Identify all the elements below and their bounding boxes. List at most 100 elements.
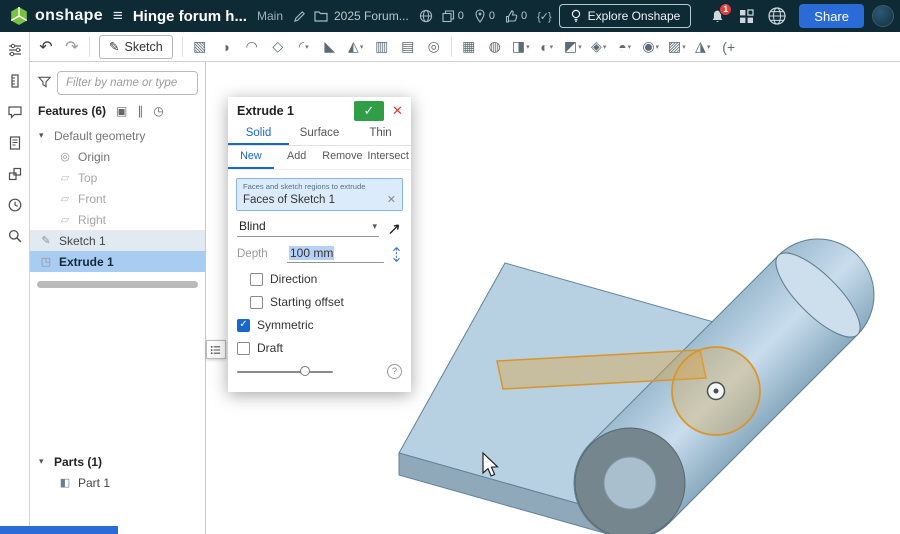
circular-pattern-icon[interactable]: ◍ [483, 35, 507, 59]
chevron-down-icon[interactable]: ▾ [603, 43, 607, 51]
boolean-icon[interactable]: ◐ ▾ [535, 35, 559, 59]
configurations-icon[interactable] [5, 41, 25, 59]
measure-icon[interactable]: ◮ ▾ [691, 35, 715, 59]
filter-funnel-icon[interactable] [37, 75, 52, 92]
chevron-down-icon[interactable]: ▾ [707, 43, 711, 51]
chevron-down-icon[interactable]: ▾ [305, 43, 309, 51]
help-globe-icon[interactable] [768, 7, 786, 25]
parts-header[interactable]: ▾ Parts (1) [30, 451, 205, 472]
custom-tables-icon[interactable] [5, 165, 25, 183]
depth-input[interactable]: 100 mm [287, 245, 384, 263]
chamfer-icon[interactable]: ◣ [318, 35, 342, 59]
loft-icon[interactable]: ◇ [266, 35, 290, 59]
rollback-history-icon[interactable]: ◷ [153, 104, 163, 118]
chevron-down-icon[interactable]: ▾ [656, 43, 660, 51]
draft-slider[interactable] [237, 366, 333, 376]
revolve-icon[interactable]: ◑ [214, 35, 238, 59]
end-condition-dropdown[interactable]: Blind ▾ [237, 219, 379, 237]
suspend-rebuild-icon[interactable]: ∥ [137, 104, 143, 118]
featurescript-icon[interactable]: {✓} [537, 10, 552, 23]
folder-label[interactable]: 2025 Forum... [334, 9, 409, 23]
checkbox-icon[interactable] [237, 318, 250, 332]
surface-icon[interactable]: ◉ ▾ [639, 35, 663, 59]
sketch-button[interactable]: ✎ Sketch [99, 34, 173, 59]
caret-down-icon[interactable]: ▾ [39, 130, 48, 141]
measure-direction-icon[interactable] [391, 246, 402, 263]
shell-icon[interactable]: ▤ [396, 35, 420, 59]
likes-count[interactable]: 0 [505, 9, 527, 23]
share-button[interactable]: Share [799, 4, 864, 28]
sweep-icon[interactable]: ◠ [240, 35, 264, 59]
insert-feature-icon[interactable]: ▣ [116, 104, 127, 118]
undo-button[interactable]: ↶ [34, 35, 58, 59]
chevron-down-icon[interactable]: ▾ [682, 43, 686, 51]
public-globe-icon[interactable] [419, 9, 433, 23]
workspace-label[interactable]: Main [257, 9, 283, 23]
copies-count[interactable]: 0 [442, 9, 464, 23]
hamburger-menu-icon[interactable]: ≡ [113, 6, 123, 26]
linear-pattern-icon[interactable]: ▦ [457, 35, 481, 59]
tab-surface[interactable]: Surface [289, 124, 350, 145]
starting-offset-option-row[interactable]: Starting offset [250, 295, 402, 309]
tree-item-top-plane[interactable]: ▱ Top [30, 167, 205, 188]
checkbox-icon[interactable] [250, 295, 263, 309]
symmetric-option-row[interactable]: Symmetric [237, 318, 402, 332]
fillet-icon[interactable]: ◜ ▾ [292, 35, 316, 59]
flip-direction-icon[interactable] [387, 221, 402, 236]
tree-group-default-geometry[interactable]: ▾ Default geometry [30, 125, 205, 146]
transform-icon[interactable]: ◈ ▾ [587, 35, 611, 59]
document-title[interactable]: Hinge forum h... [133, 8, 247, 25]
tab-solid[interactable]: Solid [228, 124, 289, 145]
history-icon[interactable] [5, 196, 25, 214]
draft-icon[interactable]: ◭ ▾ [344, 35, 368, 59]
hole-icon[interactable]: ◎ [422, 35, 446, 59]
direction-option-row[interactable]: Direction [250, 272, 402, 286]
faces-selection-field[interactable]: Faces and sketch regions to extrude Face… [236, 178, 403, 211]
app-grid-icon[interactable] [739, 8, 754, 24]
op-tab-add[interactable]: Add [274, 146, 320, 169]
tree-item-part-1[interactable]: ◧ Part 1 [30, 472, 205, 493]
extrude-icon[interactable]: ▧ [188, 35, 212, 59]
clear-selection-icon[interactable]: ✕ [387, 193, 396, 206]
tree-item-front-plane[interactable]: ▱ Front [30, 188, 205, 209]
document-notes-icon[interactable] [5, 134, 25, 152]
help-icon[interactable]: ? [387, 364, 402, 379]
variables-icon[interactable] [5, 72, 25, 90]
chevron-down-icon[interactable]: ▾ [526, 43, 530, 51]
barrel-hole[interactable] [603, 456, 657, 510]
chevron-down-icon[interactable]: ▾ [578, 43, 582, 51]
notifications-bell-icon[interactable]: 1 [710, 2, 733, 24]
dialog-title-bar[interactable]: Extrude 1 ✓ ✕ [228, 97, 411, 124]
tab-thin[interactable]: Thin [350, 124, 411, 145]
chevron-down-icon[interactable]: ▾ [550, 43, 554, 51]
selection-list-button[interactable] [206, 340, 226, 359]
rename-pencil-icon[interactable] [293, 10, 306, 23]
redo-button[interactable]: ↷ [60, 35, 84, 59]
slider-handle[interactable] [300, 366, 311, 376]
onshape-logo-icon[interactable] [8, 5, 30, 27]
comments-icon[interactable] [5, 103, 25, 121]
caret-down-icon[interactable]: ▾ [39, 456, 48, 467]
user-avatar[interactable] [872, 5, 894, 27]
customize-toolbar-icon[interactable]: (+ [717, 35, 741, 59]
follows-count[interactable]: 0 [474, 9, 495, 23]
explore-onshape-button[interactable]: Explore Onshape [558, 4, 692, 28]
tree-item-sketch-1[interactable]: ✎ Sketch 1 [30, 230, 205, 251]
op-tab-intersect[interactable]: Intersect [365, 146, 411, 169]
search-icon[interactable] [5, 227, 25, 245]
tree-item-right-plane[interactable]: ▱ Right [30, 209, 205, 230]
tree-item-extrude-1[interactable]: ◳ Extrude 1 [30, 251, 205, 272]
checkbox-icon[interactable] [237, 341, 250, 355]
mirror-icon[interactable]: ◨ ▾ [509, 35, 533, 59]
bottom-tab-active[interactable] [0, 526, 118, 534]
chevron-down-icon[interactable]: ▾ [360, 43, 364, 51]
horizontal-scrollbar[interactable] [37, 281, 198, 288]
op-tab-remove[interactable]: Remove [320, 146, 366, 169]
cancel-button[interactable]: ✕ [384, 103, 411, 119]
checkbox-icon[interactable] [250, 272, 263, 286]
rib-icon[interactable]: ▥ [370, 35, 394, 59]
confirm-button[interactable]: ✓ [354, 100, 384, 121]
split-icon[interactable]: ◩ ▾ [561, 35, 585, 59]
op-tab-new[interactable]: New [228, 146, 274, 169]
tree-item-origin[interactable]: ◎ Origin [30, 146, 205, 167]
